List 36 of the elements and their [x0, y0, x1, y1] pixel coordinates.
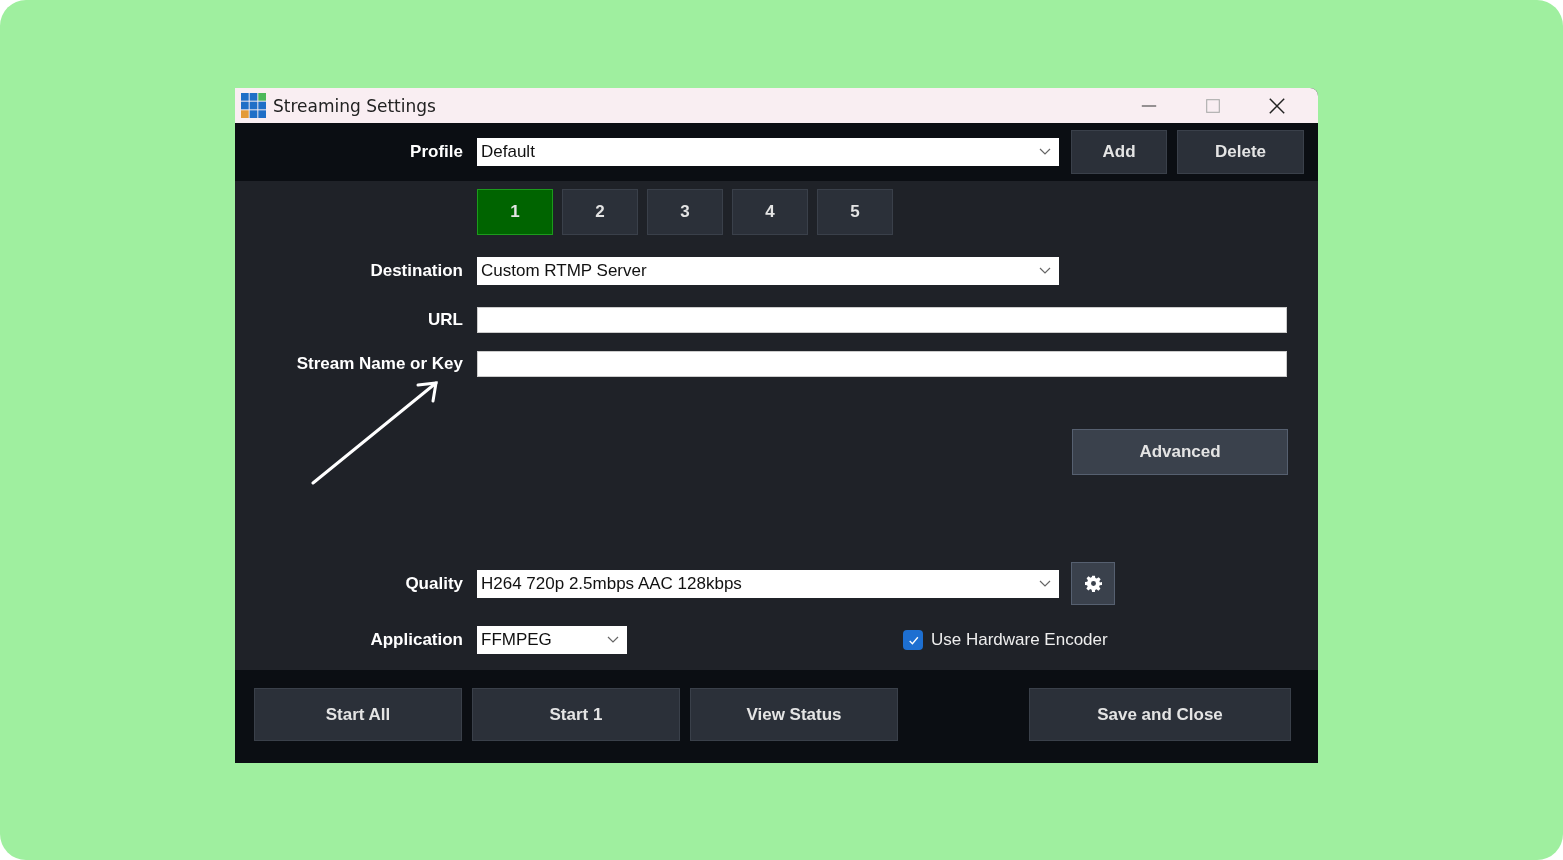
footer-button[interactable]: Start All [254, 688, 462, 741]
app-icon [241, 93, 266, 118]
url-field[interactable] [477, 307, 1287, 333]
stream-key-label: Stream Name or Key [295, 354, 463, 374]
quality-label: Quality [404, 573, 463, 594]
profile-dropdown[interactable]: Default [477, 138, 1059, 166]
profile-label: Profile [409, 142, 463, 162]
slot-tab[interactable]: 3 [647, 189, 723, 235]
footer-button[interactable]: Save and Close [1029, 688, 1291, 741]
application-dropdown[interactable]: FFMPEG [477, 626, 627, 654]
advanced-button[interactable]: Advanced [1072, 429, 1288, 475]
profile-action-button[interactable]: Add [1071, 130, 1167, 174]
slot-tab[interactable]: 4 [732, 189, 808, 235]
application-label: Application [369, 630, 463, 650]
close-icon[interactable] [1268, 96, 1286, 115]
footer-button[interactable]: View Status [690, 688, 898, 741]
checkbox-label: Use Hardware Encoder [931, 630, 1108, 650]
slot-tab[interactable]: 1 [477, 189, 553, 235]
quality-dropdown[interactable]: H264 720p 2.5mbps AAC 128kbps [477, 569, 1059, 598]
checkbox[interactable] [903, 630, 923, 650]
settings-icon [1084, 575, 1102, 592]
slot-tab[interactable]: 2 [562, 189, 638, 235]
chevron-icon [1039, 579, 1051, 588]
maximize-icon[interactable] [1204, 96, 1222, 115]
slot-tab[interactable]: 5 [817, 189, 893, 235]
stream-key-field[interactable] [477, 351, 1287, 377]
footer-button[interactable]: Start 1 [472, 688, 680, 741]
settings-button[interactable] [1071, 562, 1115, 605]
destination-dropdown[interactable]: Custom RTMP Server [477, 257, 1059, 285]
url-label: URL [427, 310, 463, 330]
chevron-icon [607, 636, 619, 644]
chevron-icon [1039, 148, 1051, 156]
chevron-icon [1039, 267, 1051, 275]
profile-action-button[interactable]: Delete [1177, 130, 1304, 174]
destination-label: Destination [369, 261, 463, 281]
window-title: Streaming Settings [273, 95, 437, 116]
